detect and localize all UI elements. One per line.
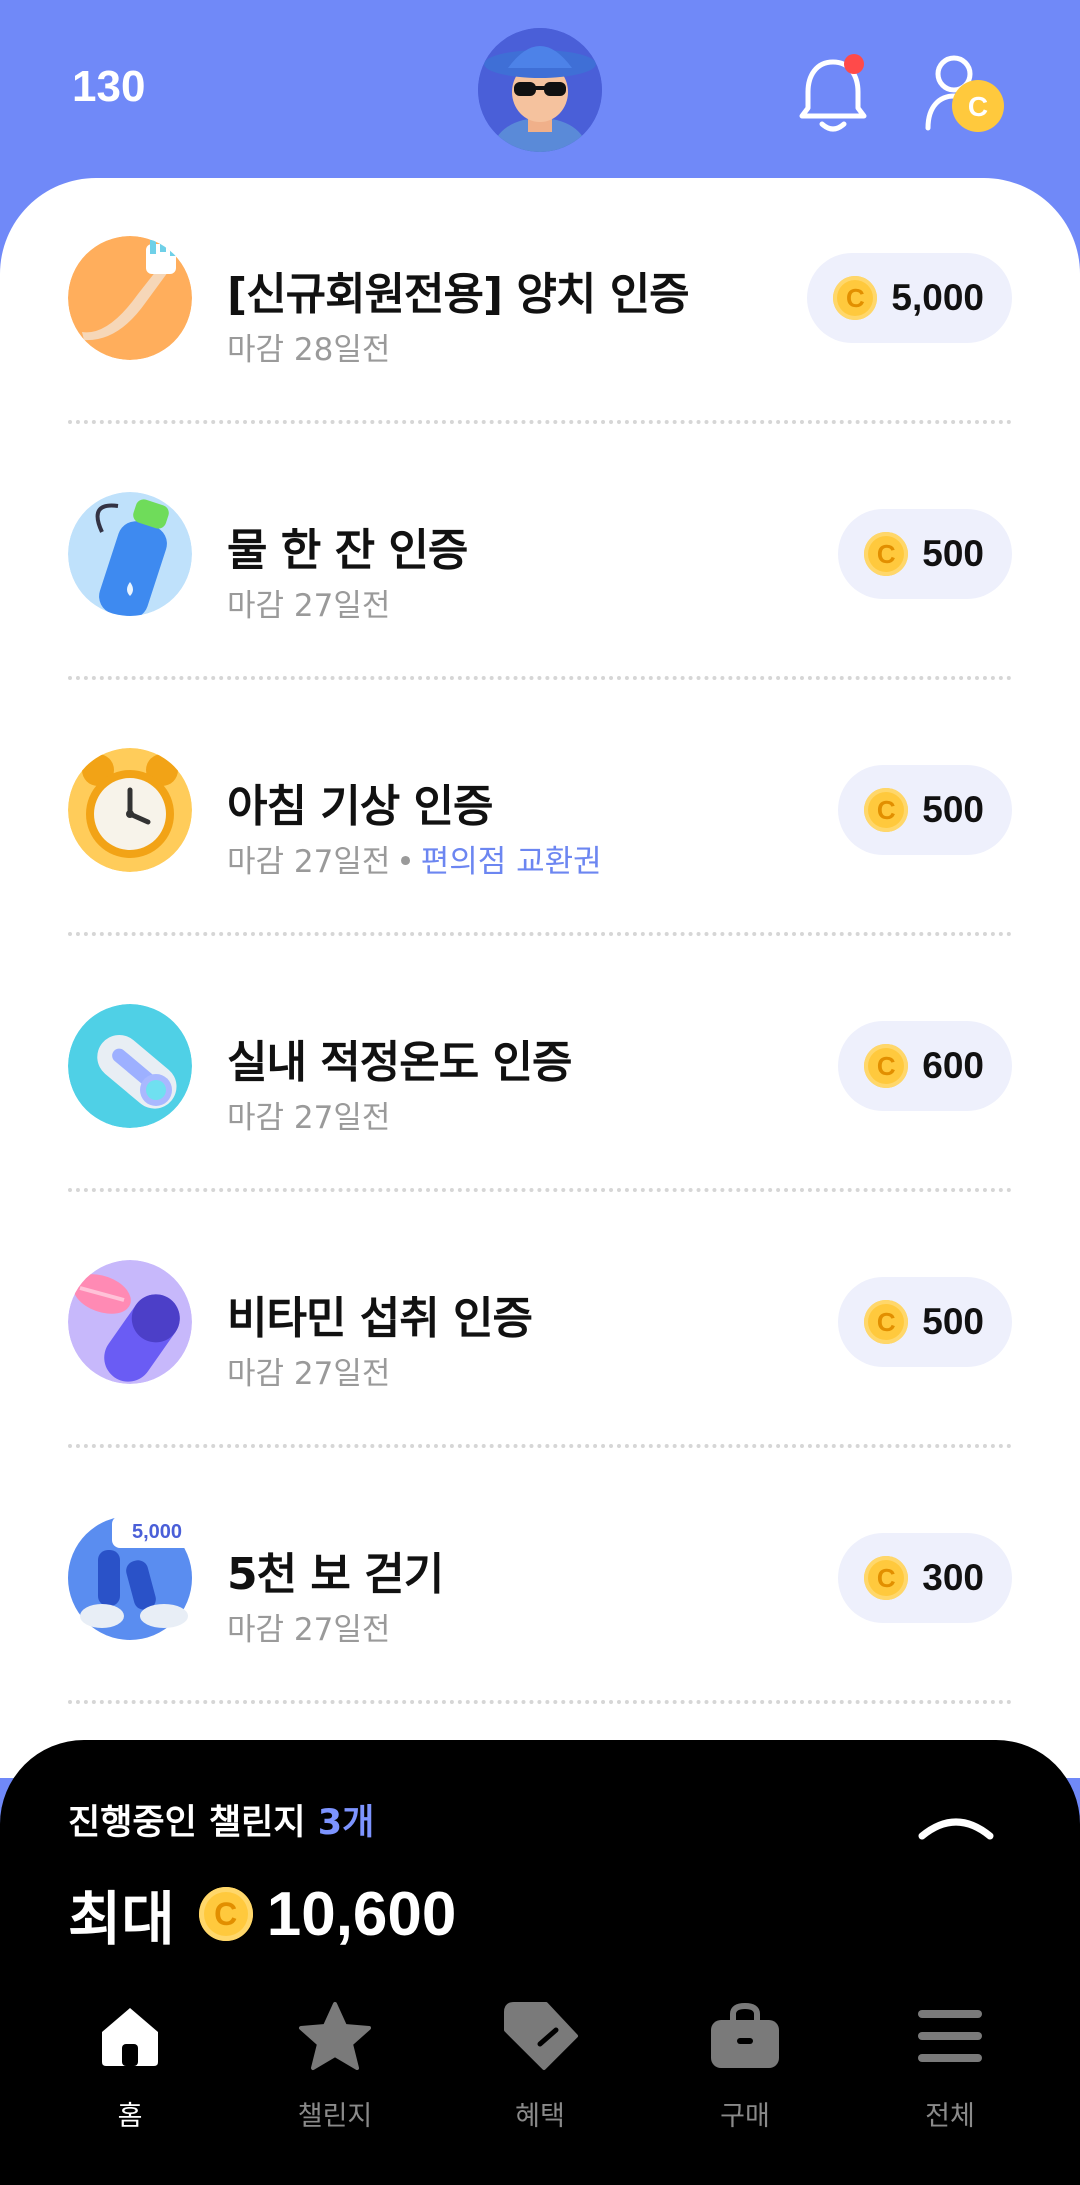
- nav-all[interactable]: 전체: [875, 2000, 1025, 2133]
- challenge-title: 비타민 섭취 인증: [227, 1293, 533, 1344]
- challenge-subtitle: 마감 27일전 • 편의점 교환권: [227, 836, 602, 881]
- reward-amount: 600: [922, 1045, 984, 1086]
- reward-amount: 300: [922, 1557, 984, 1598]
- nav-challenge[interactable]: 챌린지: [260, 2000, 410, 2133]
- svg-text:C: C: [968, 91, 988, 122]
- max-label: 최대: [68, 1885, 175, 1953]
- reward-amount: 5,000: [891, 277, 984, 318]
- divider: [68, 932, 1012, 936]
- challenge-deadline: 마감 27일전: [227, 1612, 391, 1648]
- reward-pill[interactable]: C 500: [838, 765, 1012, 855]
- nav-label: 혜택: [515, 2101, 565, 2132]
- nav-label: 챌린지: [297, 2101, 373, 2132]
- challenge-title: 아침 기상 인증: [227, 781, 494, 832]
- challenge-deadline: 마감 27일전: [227, 844, 391, 880]
- divider: [68, 420, 1012, 424]
- coin-icon: C: [833, 276, 878, 320]
- thermometer-icon: [68, 1004, 192, 1128]
- reward-pill[interactable]: C 300: [838, 1533, 1012, 1623]
- coin-icon: C: [864, 1556, 909, 1600]
- coin-icon: C: [864, 1044, 909, 1088]
- reward-amount: 500: [922, 1301, 984, 1342]
- ongoing-challenge-panel: 진행중인 챌린지 3개 최대 C 10,600 홈 챌린지 혜택 구매 전체: [0, 1740, 1080, 2185]
- coin-icon: C: [864, 788, 909, 832]
- challenge-title: 5천 보 걷기: [227, 1549, 444, 1600]
- bell-icon[interactable]: [796, 52, 870, 136]
- challenge-title: [신규회원전용] 양치 인증: [227, 269, 690, 320]
- chevron-up-icon[interactable]: [916, 1804, 996, 1844]
- steps-badge: 5,000: [112, 1516, 202, 1548]
- challenge-deadline: 마감 27일전: [227, 1100, 391, 1136]
- ongoing-label: 진행중인 챌린지: [68, 1803, 306, 1843]
- reward-pill[interactable]: C 500: [838, 1277, 1012, 1367]
- nav-purchase[interactable]: 구매: [670, 2000, 820, 2133]
- challenge-title: 실내 적정온도 인증: [227, 1037, 572, 1088]
- nav-home[interactable]: 홈: [55, 2000, 205, 2133]
- avatar-sunglasses-icon: [478, 28, 602, 152]
- vitamin-pill-icon: [68, 1260, 192, 1384]
- challenge-deadline: 마감 28일전: [227, 332, 391, 368]
- ongoing-count: 3개: [317, 1803, 375, 1843]
- coin-icon: C: [864, 532, 909, 576]
- challenge-deadline: 마감 27일전: [227, 588, 391, 624]
- challenge-row[interactable]: 비타민 섭취 인증 마감 27일전 C 500: [0, 1202, 1080, 1458]
- bag-icon: [711, 2002, 779, 2068]
- nav-benefit[interactable]: 혜택: [465, 2000, 615, 2133]
- separator-dot: •: [396, 844, 415, 880]
- divider: [68, 676, 1012, 680]
- tag-icon: [504, 2002, 578, 2070]
- walking-shoes-icon: 5,000: [68, 1516, 202, 1640]
- divider: [68, 1444, 1012, 1448]
- challenge-row[interactable]: 아침 기상 인증 마감 27일전 • 편의점 교환권 C 500: [0, 690, 1080, 946]
- avatar[interactable]: [478, 28, 602, 152]
- reward-pill[interactable]: C 5,000: [807, 253, 1012, 343]
- nav-label: 구매: [720, 2101, 770, 2132]
- alarm-clock-icon: [68, 748, 192, 872]
- nav-label: 홈: [117, 2101, 143, 2132]
- challenge-deadline: 마감 27일전: [227, 1356, 391, 1392]
- challenge-row[interactable]: 실내 적정온도 인증 마감 27일전 C 600: [0, 946, 1080, 1202]
- menu-icon: [918, 2010, 982, 2062]
- water-bottle-icon: [68, 492, 192, 616]
- challenge-row[interactable]: [신규회원전용] 양치 인증 마감 28일전 C 5,000: [0, 178, 1080, 434]
- reward-pill[interactable]: C 500: [838, 509, 1012, 599]
- challenge-row[interactable]: 5,000 5천 보 걷기 마감 27일전 C 300: [0, 1458, 1080, 1714]
- nav-label: 전체: [925, 2101, 975, 2132]
- divider: [68, 1700, 1012, 1704]
- notification-badge: [844, 54, 864, 74]
- toothbrush-icon: [68, 236, 192, 360]
- max-reward: 최대 C 10,600: [68, 1872, 456, 1956]
- challenge-title: 물 한 잔 인증: [227, 525, 468, 576]
- app-header: 130 C: [0, 0, 1080, 200]
- challenge-row[interactable]: 물 한 잔 인증 마감 27일전 C 500: [0, 434, 1080, 690]
- divider: [68, 1188, 1012, 1192]
- reward-amount: 500: [922, 789, 984, 830]
- star-icon: [299, 2002, 371, 2070]
- bottom-nav: 홈 챌린지 혜택 구매 전체: [0, 2000, 1080, 2185]
- reward-amount: 500: [922, 533, 984, 574]
- ongoing-title: 진행중인 챌린지 3개: [68, 1794, 374, 1845]
- points-count: 130: [72, 62, 146, 111]
- max-value: 10,600: [266, 1879, 457, 1949]
- challenge-extra-link[interactable]: 편의점 교환권: [421, 844, 602, 880]
- coin-icon: C: [198, 1887, 253, 1941]
- coin-icon: C: [864, 1300, 909, 1344]
- home-icon: [102, 2008, 158, 2066]
- reward-pill[interactable]: C 600: [838, 1021, 1012, 1111]
- profile-coin-icon[interactable]: C: [924, 50, 1006, 138]
